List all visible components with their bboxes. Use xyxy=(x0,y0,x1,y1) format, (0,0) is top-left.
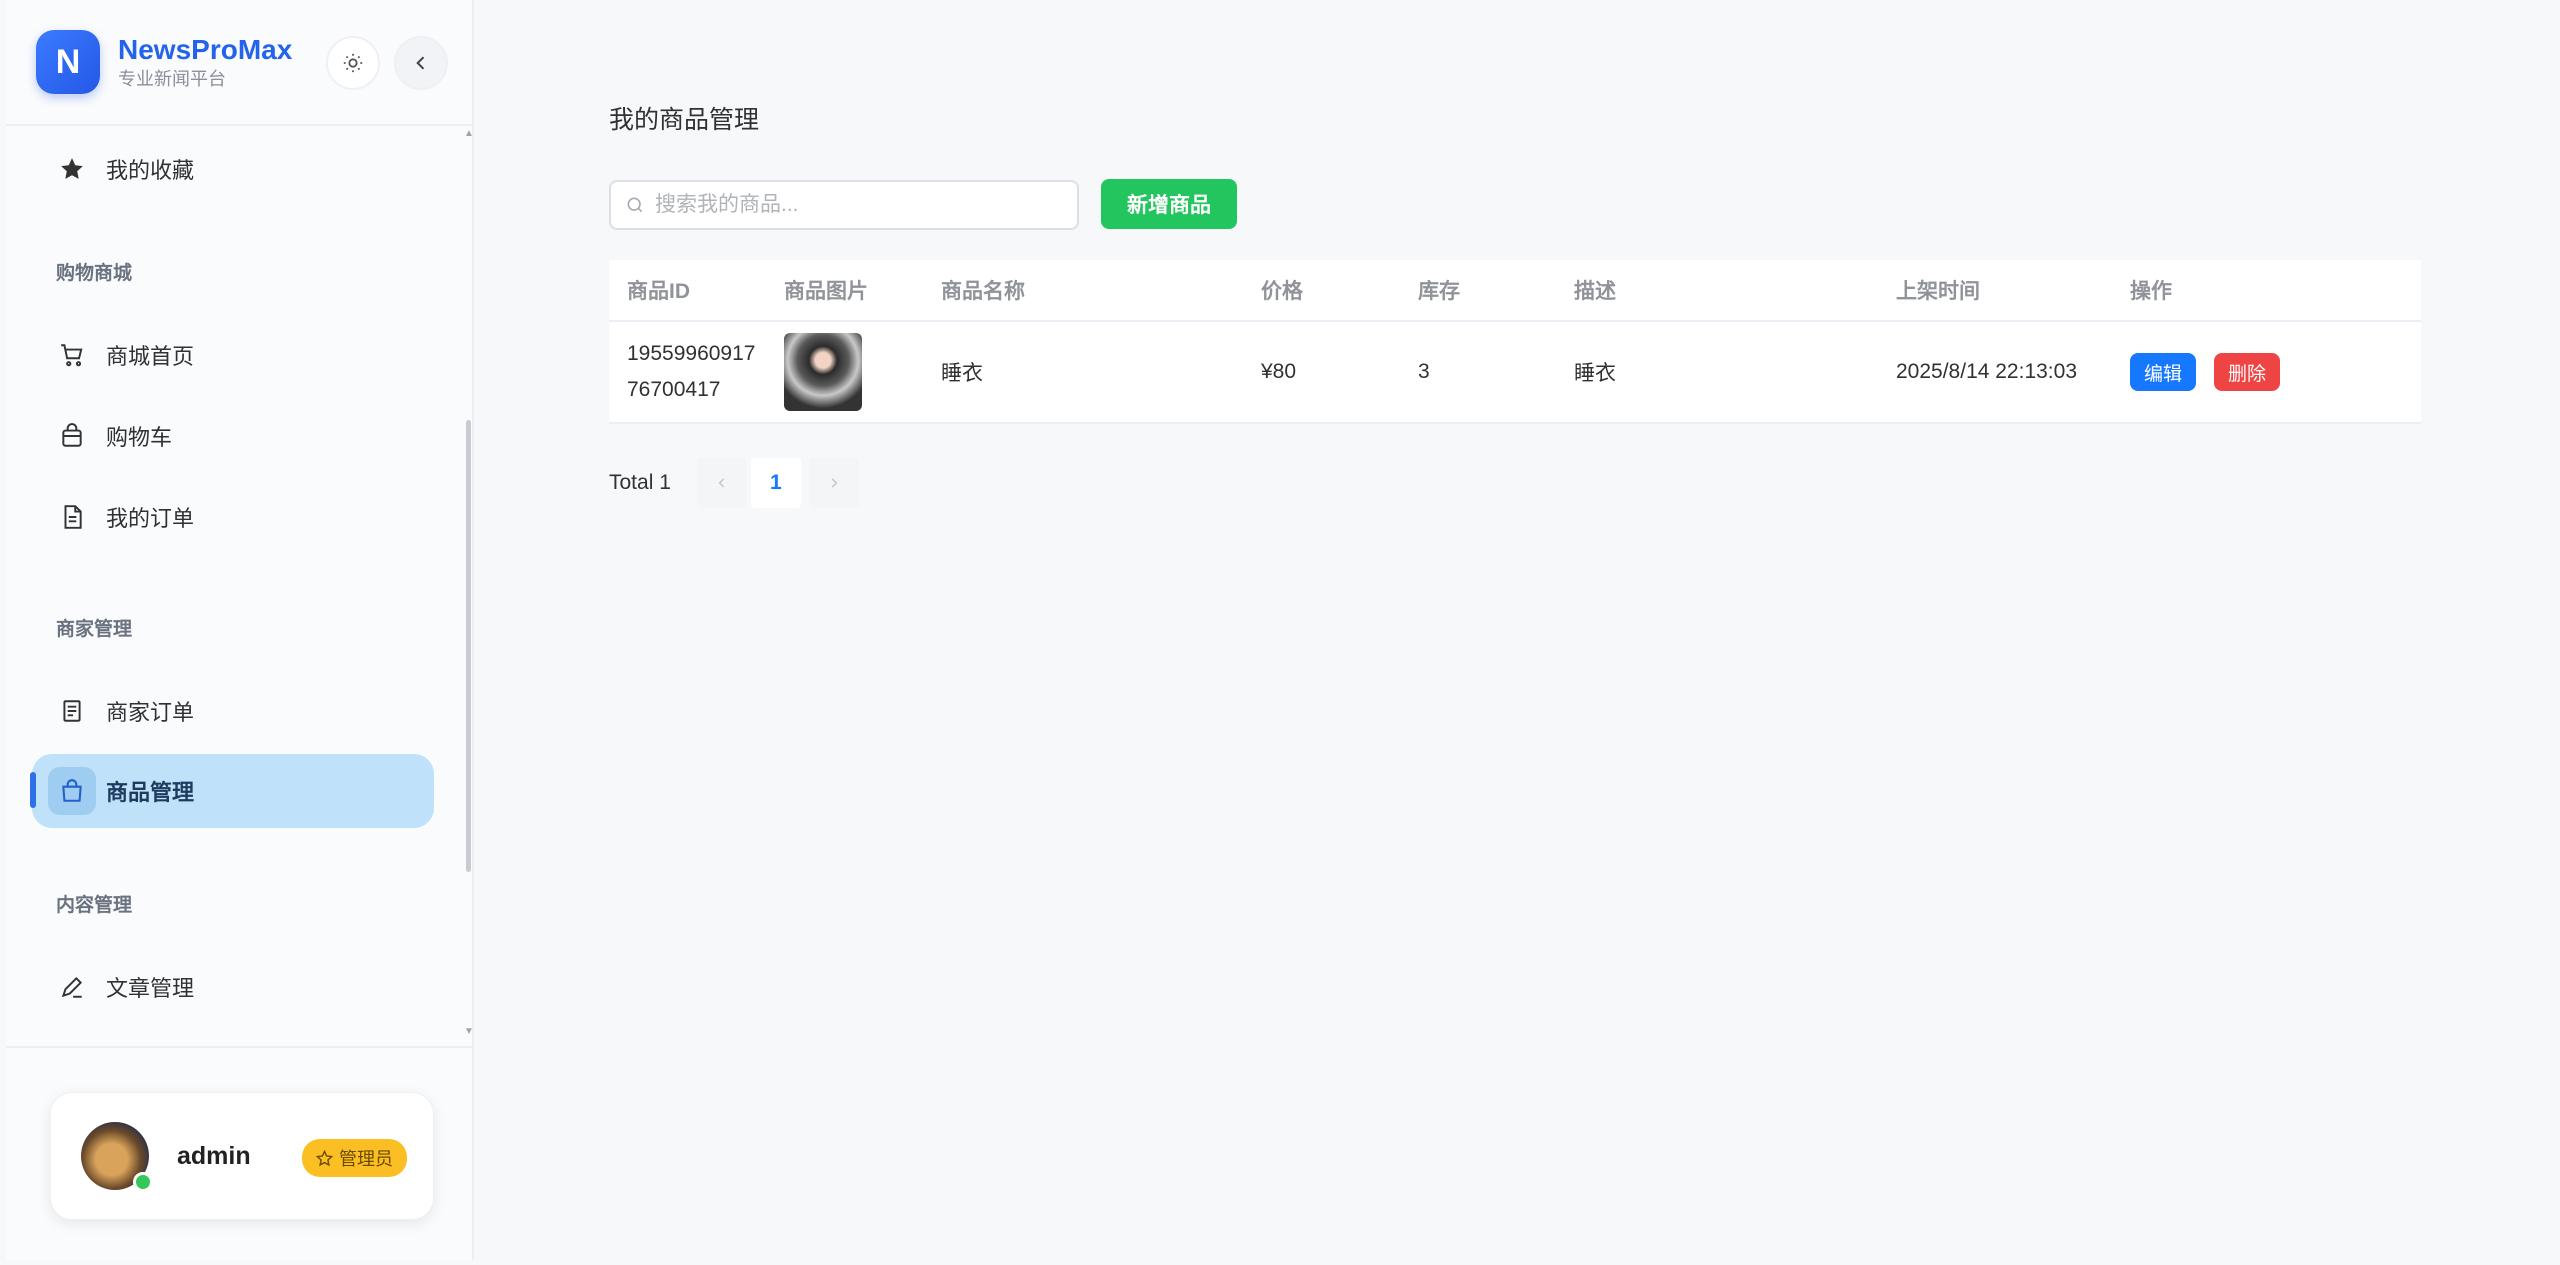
cell-name: 睡衣 xyxy=(941,362,983,385)
pagination: Total 1 1 xyxy=(609,458,859,508)
product-thumbnail[interactable] xyxy=(784,333,862,411)
role-label: 管理员 xyxy=(339,1149,393,1169)
brand-text: NewsProMax 专业新闻平台 xyxy=(118,33,292,91)
page-title: 我的商品管理 xyxy=(609,106,760,134)
shopping-bag-icon xyxy=(48,767,96,815)
list-document-icon xyxy=(52,691,92,731)
sidebar-item-label: 商品管理 xyxy=(106,780,195,805)
cell-time: 2025/8/14 22:13:03 xyxy=(1896,360,2078,383)
column-header-time[interactable]: 上架时间 xyxy=(1878,275,2112,305)
sidebar-item-label: 购物车 xyxy=(106,425,173,450)
user-card[interactable]: admin 管理员 xyxy=(50,1092,434,1220)
page-number-current[interactable]: 1 xyxy=(750,458,801,508)
active-indicator xyxy=(30,772,36,808)
sidebar-item-article-management[interactable]: 文章管理 xyxy=(32,950,434,1024)
table-row[interactable]: 1955996091776700417 睡衣 ¥80 3 睡衣 2025/8/1… xyxy=(609,322,2421,424)
sidebar-item-favorites[interactable]: 我的收藏 xyxy=(32,132,434,206)
column-header-price[interactable]: 价格 xyxy=(1243,275,1400,305)
product-id: 1955996091776700417 xyxy=(627,342,756,401)
table-header: 商品ID 商品图片 商品名称 价格 库存 描述 上架时间 操作 xyxy=(609,260,2421,322)
brand-header: N NewsProMax 专业新闻平台 xyxy=(6,0,472,126)
sidebar-item-label: 我的订单 xyxy=(106,506,195,531)
sun-icon xyxy=(343,53,363,73)
document-icon xyxy=(52,497,92,537)
main-content: 我的商品管理 新增商品 商品ID 商品图片 商品名称 价格 库存 描述 上架时间… xyxy=(476,0,2560,1265)
scroll-up-arrow-icon[interactable]: ▲ xyxy=(464,128,474,139)
cell-image xyxy=(766,333,923,411)
column-header-image[interactable]: 商品图片 xyxy=(766,275,923,305)
avatar[interactable] xyxy=(81,1122,153,1192)
next-page-button[interactable] xyxy=(808,458,859,508)
sidebar-item-label: 文章管理 xyxy=(106,976,195,1001)
sidebar-item-my-orders[interactable]: 我的订单 xyxy=(32,480,434,554)
chevron-left-icon xyxy=(718,478,725,488)
column-header-actions: 操作 xyxy=(2130,280,2172,303)
column-header-id[interactable]: 商品ID xyxy=(609,275,766,305)
group-label-content: 内容管理 xyxy=(56,895,133,916)
group-label-merchant: 商家管理 xyxy=(56,619,133,640)
search-input[interactable] xyxy=(655,193,1055,217)
sidebar-item-merchant-orders[interactable]: 商家订单 xyxy=(32,674,434,748)
sidebar-item-product-management[interactable]: 商品管理 xyxy=(32,754,434,828)
star-outline-icon xyxy=(316,1149,333,1166)
column-header-description[interactable]: 描述 xyxy=(1556,275,1878,305)
chevron-left-icon xyxy=(416,56,425,70)
bag-icon xyxy=(52,416,92,456)
brand-subtitle: 专业新闻平台 xyxy=(118,69,226,89)
user-area: admin 管理员 xyxy=(6,1046,472,1260)
delete-button[interactable]: 删除 xyxy=(2214,353,2281,391)
cell-id: 1955996091776700417 xyxy=(609,336,766,408)
brand-name: NewsProMax xyxy=(118,34,293,65)
scroll-thumb[interactable] xyxy=(466,420,471,872)
cell-stock: 3 xyxy=(1418,360,1430,383)
search-icon xyxy=(627,197,643,213)
sidebar-item-label: 商城首页 xyxy=(106,344,195,369)
cell-description: 睡衣 xyxy=(1574,362,1616,385)
pagination-total: Total 1 xyxy=(609,471,671,494)
add-product-button[interactable]: 新增商品 xyxy=(1101,179,1237,229)
sidebar-scrollbar[interactable]: ▲ ▼ xyxy=(464,128,474,1046)
user-name: admin xyxy=(177,1141,251,1170)
edit-button[interactable]: 编辑 xyxy=(2130,353,2197,391)
group-label-shop: 购物商城 xyxy=(56,263,133,284)
collapse-sidebar-button[interactable] xyxy=(394,36,448,90)
cell-price: ¥80 xyxy=(1261,360,1297,383)
pen-icon xyxy=(52,967,92,1007)
sidebar-item-label: 商家订单 xyxy=(106,700,195,725)
online-status-dot xyxy=(133,1172,153,1192)
brand-logo[interactable]: N xyxy=(36,30,100,94)
role-badge: 管理员 xyxy=(302,1139,407,1177)
sidebar-item-label: 我的收藏 xyxy=(106,158,195,183)
cell-actions: 编辑 删除 xyxy=(2112,353,2421,391)
sidebar-item-cart[interactable]: 购物车 xyxy=(32,399,434,473)
scroll-down-arrow-icon[interactable]: ▼ xyxy=(464,1026,474,1037)
sidebar-item-shop-home[interactable]: 商城首页 xyxy=(32,318,434,392)
star-icon xyxy=(52,149,92,189)
column-header-name[interactable]: 商品名称 xyxy=(923,275,1243,305)
cart-icon xyxy=(52,335,92,375)
sidebar: N NewsProMax 专业新闻平台 我的收藏 购物商城 商城首页 购物车 我… xyxy=(6,0,474,1260)
sidebar-menu: 我的收藏 购物商城 商城首页 购物车 我的订单 商家管理 商家订单 商品管理 内… xyxy=(6,128,466,1046)
product-table: 商品ID 商品图片 商品名称 价格 库存 描述 上架时间 操作 19559960… xyxy=(609,260,2421,424)
search-box[interactable] xyxy=(609,180,1079,230)
theme-toggle-button[interactable] xyxy=(326,36,380,90)
prev-page-button[interactable] xyxy=(696,458,747,508)
column-header-stock[interactable]: 库存 xyxy=(1400,275,1556,305)
chevron-right-icon xyxy=(831,478,838,488)
